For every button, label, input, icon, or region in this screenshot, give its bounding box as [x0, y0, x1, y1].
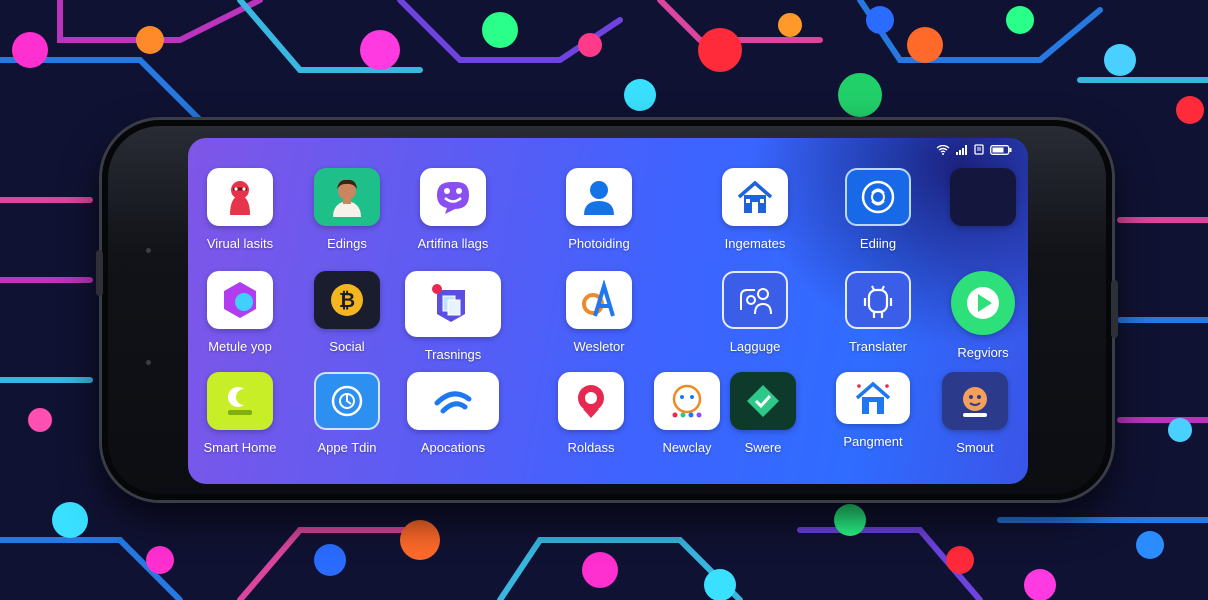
compass-icon: [314, 372, 380, 430]
user-icon: [566, 168, 632, 226]
app-metule-yop[interactable]: Metule yop: [188, 271, 295, 354]
app-label: Metule yop: [208, 339, 272, 354]
letter-a-icon: [566, 271, 632, 329]
app-label: Smout: [956, 440, 994, 455]
app-ingemates[interactable]: Ingemates: [700, 168, 810, 251]
app-label: Swere: [744, 440, 782, 455]
person-face-icon: [942, 372, 1008, 430]
bitcoin-icon: ₿: [314, 271, 380, 329]
battery-icon: [990, 144, 1012, 158]
blank-app-icon: [950, 168, 1016, 226]
play-chat-icon: [951, 271, 1015, 335]
app-label: Regviors: [957, 345, 1009, 360]
app-artifina-llags[interactable]: Artifina llags: [398, 168, 508, 251]
app-label: Ediing: [859, 236, 897, 251]
app-label: Apocations: [420, 440, 486, 455]
wifi-icon: [936, 144, 950, 158]
app-photoiding[interactable]: Photoiding: [544, 168, 654, 251]
power-button[interactable]: [1111, 280, 1118, 338]
wifi-waves-icon: [407, 372, 499, 430]
app-label: Translater: [848, 339, 908, 354]
app-label: Newclay: [662, 440, 712, 455]
rose-badge-icon: [845, 168, 911, 226]
status-bar: [936, 144, 1012, 158]
app-label: Pangment: [843, 434, 903, 449]
app-social[interactable]: ₿ Social: [292, 271, 402, 354]
sensor-dot: [146, 360, 151, 365]
app-wesletor[interactable]: Wesletor: [544, 271, 654, 354]
app-translater[interactable]: Translater: [823, 271, 933, 354]
sensor-dot: [146, 248, 151, 253]
app-trasnings[interactable]: Trasnings: [398, 271, 508, 362]
app-label: Trasnings: [424, 347, 482, 362]
check-diamond-icon: [730, 372, 796, 430]
app-ediing[interactable]: Ediing: [823, 168, 933, 251]
smiley-chat-icon: [420, 168, 486, 226]
app-pangment[interactable]: Pangment: [818, 372, 928, 449]
smartphone: Virual lasits Edings Artifina llags Phot…: [96, 120, 1118, 500]
house-icon: [722, 168, 788, 226]
app-label: Virual lasits: [206, 236, 274, 251]
app-swere[interactable]: Swere: [708, 372, 818, 455]
home-screen: Virual lasits Edings Artifina llags Phot…: [188, 138, 1028, 484]
app-apocations[interactable]: Apocations: [398, 372, 508, 455]
app-label: Wesletor: [573, 339, 625, 354]
documents-icon: [405, 271, 501, 337]
app-label: Appe Tdin: [317, 440, 377, 455]
app-label: Photoiding: [568, 236, 630, 251]
app-smart-home[interactable]: Smart Home: [188, 372, 295, 455]
app-roldass[interactable]: Roldass: [536, 372, 646, 455]
app-virual-lasits[interactable]: Virual lasits: [188, 168, 295, 251]
pin-icon: [558, 372, 624, 430]
app-regviors[interactable]: Regviors: [928, 271, 1028, 360]
home-roof-icon: [836, 372, 910, 424]
app-label: Ingemates: [724, 236, 786, 251]
app-label: Artifina llags: [417, 236, 489, 251]
sim-icon: [974, 144, 984, 158]
hexagon-icon: [207, 271, 273, 329]
volume-button[interactable]: [96, 250, 103, 296]
app-label: Social: [329, 339, 365, 354]
signal-icon: [956, 144, 968, 158]
app-blank[interactable]: [928, 168, 1028, 236]
app-appe-tdin[interactable]: Appe Tdin: [292, 372, 402, 455]
app-lagguge[interactable]: Lagguge: [700, 271, 810, 354]
app-label: Roldass: [567, 440, 615, 455]
app-edings[interactable]: Edings: [292, 168, 402, 251]
language-people-icon: [722, 271, 788, 329]
avatar-person-icon: [314, 168, 380, 226]
svg-text:₿: ₿: [339, 288, 355, 312]
app-label: Lagguge: [729, 339, 781, 354]
robot-icon: [845, 271, 911, 329]
app-label: Edings: [327, 236, 367, 251]
smart-home-icon: [207, 372, 273, 430]
app-label: Smart Home: [203, 440, 277, 455]
app-smout[interactable]: Smout: [920, 372, 1028, 455]
mask-person-icon: [207, 168, 273, 226]
